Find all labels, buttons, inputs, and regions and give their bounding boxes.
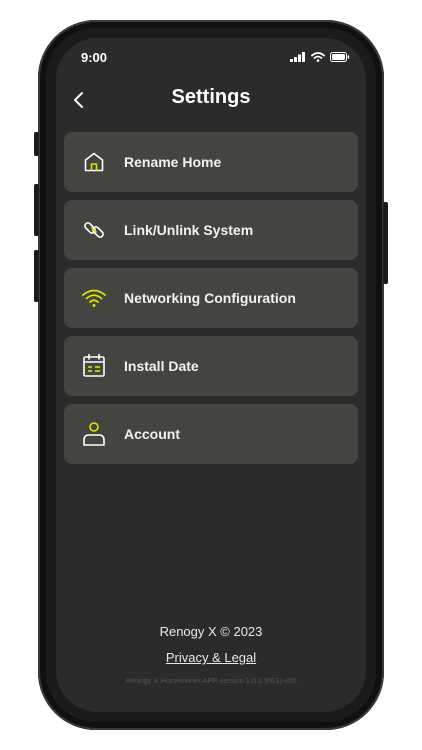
status-time: 9:00 <box>81 50 108 65</box>
menu-item-rename-home[interactable]: Rename Home <box>64 132 358 192</box>
menu-item-label: Install Date <box>124 358 199 374</box>
app-screen: 9:00 Settings Rename Home Link/Unlink Sy… <box>56 38 366 712</box>
wifi-icon <box>64 287 124 309</box>
status-icons <box>290 52 350 62</box>
menu-item-label: Link/Unlink System <box>124 222 254 238</box>
privacy-legal-link[interactable]: Privacy & Legal <box>166 650 256 665</box>
wifi-status-icon <box>311 52 325 62</box>
phone-power-button <box>383 202 388 284</box>
signal-icon <box>290 52 305 62</box>
page-title: Settings <box>171 86 251 108</box>
menu-item-link-unlink-system[interactable]: Link/Unlink System <box>64 200 358 260</box>
settings-menu: Rename Home Link/Unlink System Networkin… <box>64 132 358 472</box>
privacy-legal-row: Privacy & Legal <box>56 649 366 667</box>
menu-item-account[interactable]: Account <box>64 404 358 464</box>
home-icon <box>64 150 124 174</box>
phone-mute-switch <box>34 132 39 156</box>
menu-item-label: Account <box>124 426 180 442</box>
app-version-text: Renogy X Homeowner APP version 1.0.0 (00… <box>125 676 297 685</box>
menu-item-install-date[interactable]: Install Date <box>64 336 358 396</box>
menu-item-label: Networking Configuration <box>124 290 296 306</box>
phone-volume-down-button <box>34 250 39 302</box>
calendar-icon <box>64 353 124 379</box>
menu-item-label: Rename Home <box>124 154 222 170</box>
battery-icon <box>330 52 350 62</box>
menu-item-networking-configuration[interactable]: Networking Configuration <box>64 268 358 328</box>
user-icon <box>64 421 124 447</box>
link-icon <box>64 218 124 242</box>
phone-volume-up-button <box>34 184 39 236</box>
copyright-text: Renogy X © 2023 <box>159 624 263 639</box>
